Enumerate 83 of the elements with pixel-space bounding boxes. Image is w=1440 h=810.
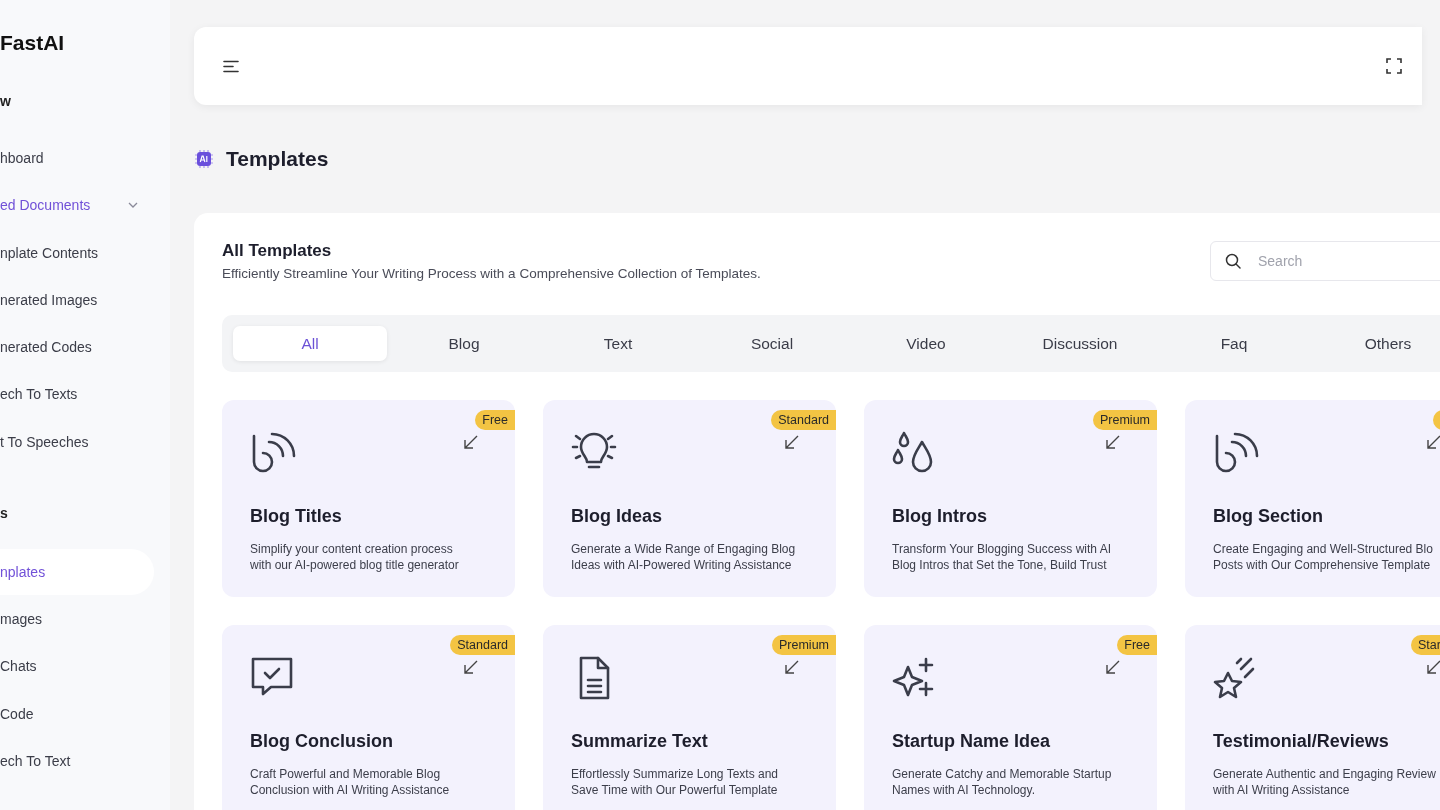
arrow-down-left-icon[interactable] xyxy=(1105,434,1121,450)
template-description: Generate Catchy and Memorable Startup Names with AI Technology. xyxy=(892,766,1113,798)
nav-item[interactable]: t To Speeches xyxy=(0,418,168,465)
nav-label: ech To Text xyxy=(0,752,71,769)
nav-item[interactable]: ed Documents xyxy=(0,182,168,229)
arrow-down-left-icon[interactable] xyxy=(463,434,479,450)
plan-badge: Standard xyxy=(450,635,515,655)
search-field[interactable]: Search xyxy=(1210,241,1440,281)
ai-chip-icon xyxy=(194,149,214,169)
nav-item[interactable]: mages xyxy=(0,596,168,643)
arrow-down-left-icon[interactable] xyxy=(1105,659,1121,675)
nav-label: nplates xyxy=(0,563,46,580)
nav-item[interactable]: nerated Codes xyxy=(0,324,168,371)
nav-label: mages xyxy=(0,611,43,628)
template-card[interactable]: Free Blog Titles Simplify your content creation process with our AI-powered blog title generator xyxy=(222,400,515,597)
plan-badge: Premium xyxy=(1093,410,1157,430)
search-icon xyxy=(1225,253,1241,269)
template-card[interactable]: Blog Section Create Engaging and Well-Structured Blo Posts with Our Comprehensive Template xyxy=(1185,400,1440,597)
template-title: Blog Titles xyxy=(250,506,343,527)
arrow-down-left-icon[interactable] xyxy=(1426,659,1440,675)
panel-subtitle: Efficiently Streamline Your Writing Process with a Comprehensive Collection of Templates. xyxy=(222,266,761,281)
plan-badge: Free xyxy=(475,410,515,430)
nav-item[interactable]: nplate Contents xyxy=(0,229,168,276)
template-card[interactable]: Premium Blog Intros Transform Your Blogging Success with AI Blog Intros that Set the Tone, Build Trust xyxy=(864,400,1157,597)
nav-label: Chats xyxy=(0,658,37,675)
nav-item[interactable]: Code xyxy=(0,690,168,737)
template-description: Craft Powerful and Memorable Blog Conclusion with AI Writing Assistance xyxy=(250,766,451,798)
nav-label: ed Documents xyxy=(0,197,91,214)
nav-item[interactable]: ech To Text xyxy=(0,737,168,784)
template-description: Generate Authentic and Engaging Review with AI Writing Assistance xyxy=(1213,766,1437,798)
category-tab[interactable]: Text xyxy=(541,326,695,361)
template-title: Blog Section xyxy=(1213,506,1324,527)
template-card[interactable]: Premium Summarize Text Effortlessly Summarize Long Texts and Save Time with Our Powerful Template xyxy=(543,625,836,810)
arrow-down-left-icon[interactable] xyxy=(784,434,800,450)
fullscreen-icon[interactable] xyxy=(1386,58,1402,74)
arrow-down-left-icon[interactable] xyxy=(1426,434,1440,450)
nav-item[interactable]: nplates xyxy=(0,548,154,595)
nav-label: hboard xyxy=(0,150,44,166)
template-card[interactable]: Free Startup Name Idea Generate Catchy and Memorable Startup Names with AI Technology. xyxy=(864,625,1157,810)
plan-badge: Free xyxy=(1117,635,1157,655)
template-description: Effortlessly Summarize Long Texts and Save Time with Our Powerful Template xyxy=(571,766,779,798)
plan-badge: Standard xyxy=(771,410,836,430)
nav-item[interactable]: ech To Texts xyxy=(0,371,168,418)
category-tab[interactable]: All xyxy=(233,326,387,361)
template-card[interactable]: Standard Blog Ideas Generate a Wide Range of Engaging Blog Ideas with AI-Powered Writing Assistance xyxy=(543,400,836,597)
arrow-down-left-icon[interactable] xyxy=(784,659,800,675)
template-title: Startup Name Idea xyxy=(892,731,1052,752)
template-title: Summarize Text xyxy=(571,731,709,752)
page-title: Templates xyxy=(226,147,329,171)
nav-label: nerated Images xyxy=(0,291,98,308)
template-title: Blog Conclusion xyxy=(250,731,394,752)
category-tab[interactable]: Blog xyxy=(387,326,541,361)
category-tab[interactable]: Others xyxy=(1311,326,1440,361)
template-title: Blog Intros xyxy=(892,506,988,527)
nav-item[interactable]: Chats xyxy=(0,643,168,690)
chevron-down-icon xyxy=(128,202,138,209)
category-tab[interactable]: Faq xyxy=(1157,326,1311,361)
category-tab[interactable]: Social xyxy=(695,326,849,361)
template-description: Simplify your content creation process with our AI-powered blog title generator xyxy=(250,541,460,573)
nav-label: nerated Codes xyxy=(0,339,92,356)
template-description: Generate a Wide Range of Engaging Blog Ideas with AI-Powered Writing Assistance xyxy=(571,541,797,573)
template-description: Create Engaging and Well-Structured Blo Posts with Our Comprehensive Template xyxy=(1213,541,1434,573)
nav-label: t To Speeches xyxy=(0,433,89,450)
template-title: Testimonial/Reviews xyxy=(1213,731,1390,752)
nav-item[interactable]: nerated Images xyxy=(0,276,168,323)
template-card[interactable]: Star Testimonial/Reviews Generate Authentic and Engaging Review with AI Writing Assistance xyxy=(1185,625,1440,810)
nav-label: nplate Contents xyxy=(0,244,99,261)
category-tab[interactable]: Video xyxy=(849,326,1003,361)
template-description: Transform Your Blogging Success with AI Blog Intros that Set the Tone, Build Trust xyxy=(892,541,1112,573)
plan-badge: Premium xyxy=(772,635,836,655)
logo-text: FastAI xyxy=(0,30,66,56)
plan-badge: Star xyxy=(1411,635,1440,655)
nav-item[interactable]: hboard xyxy=(0,135,168,181)
template-title: Blog Ideas xyxy=(571,506,664,527)
arrow-down-left-icon[interactable] xyxy=(463,659,479,675)
nav-label: ech To Texts xyxy=(0,386,78,403)
panel-title: All Templates xyxy=(222,241,333,261)
section-heading: s xyxy=(0,504,9,523)
menu-icon[interactable] xyxy=(223,59,239,73)
category-tab[interactable]: Discussion xyxy=(1003,326,1157,361)
section-heading: w xyxy=(0,93,12,111)
template-card[interactable]: Standard Blog Conclusion Craft Powerful and Memorable Blog Conclusion with AI Writing Assistance xyxy=(222,625,515,810)
nav-label: Code xyxy=(0,705,34,722)
